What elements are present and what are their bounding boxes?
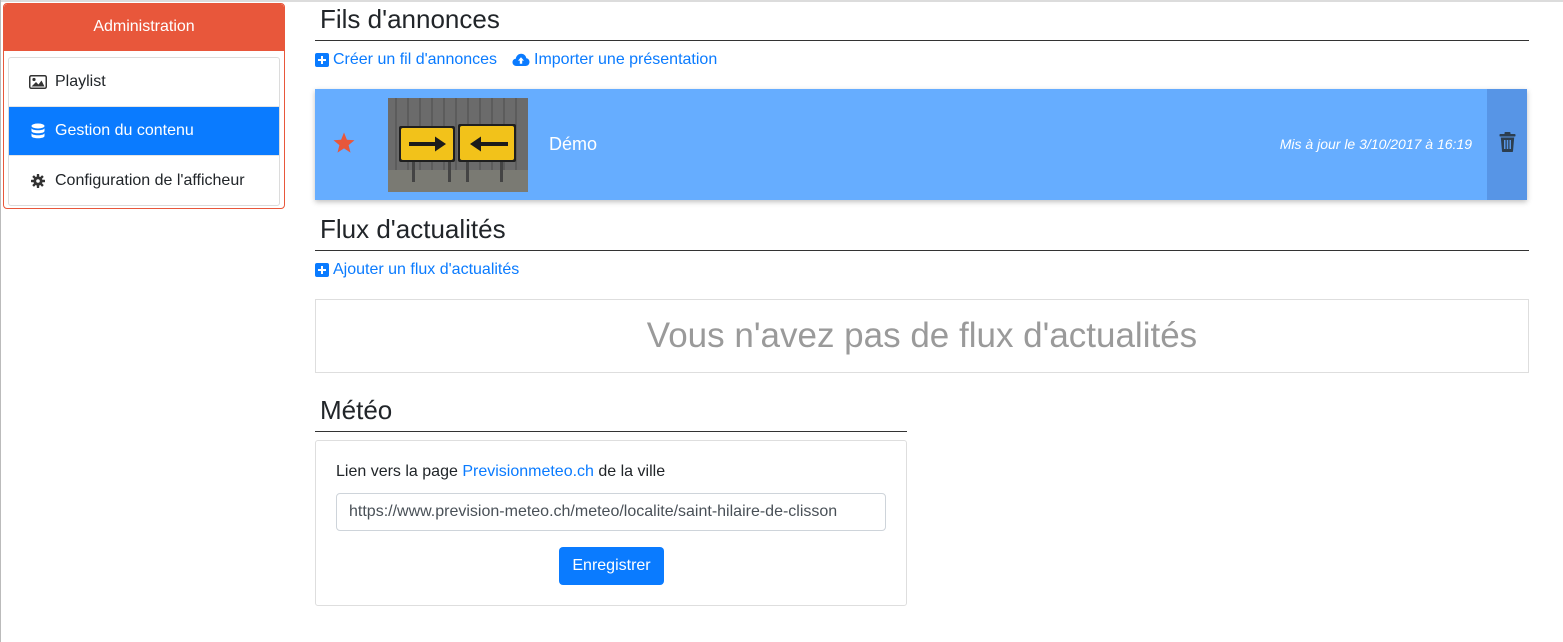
announcement-thumbnail [388,98,528,192]
sidebar-item-label: Configuration de l'afficheur [55,171,245,189]
sidebar-nav: Playlist Gestion du contenu Configuratio… [8,57,280,206]
plus-square-icon [315,263,329,277]
news-title: Flux d'actualités [315,214,1529,251]
sidebar-item-playlist[interactable]: Playlist [9,58,279,107]
plus-square-icon [315,53,329,67]
import-presentation-link[interactable]: Importer une présentation [512,51,717,69]
create-announcement-label: Créer un fil d'annonces [333,51,498,68]
meteo-field-label: Lien vers la page Previsionmeteo.ch de l… [336,463,665,481]
import-presentation-label: Importer une présentation [534,51,718,68]
sidebar-item-label: Playlist [55,73,106,90]
announcement-name: Démo [549,134,598,154]
admin-sidebar: Administration Playlist Gestion du conte… [3,3,285,209]
database-icon [29,122,47,140]
gear-icon [29,172,47,190]
previsionmeteo-link[interactable]: Previsionmeteo.ch [462,463,594,480]
meteo-label-suffix: de la ville [593,463,666,480]
announcement-updated: Mis à jour le 3/10/2017 à 16:19 [1279,136,1472,152]
top-border [0,0,1563,2]
add-news-feed-link[interactable]: Ajouter un flux d'actualités [315,261,519,279]
meteo-url-input[interactable] [336,493,886,531]
announcement-item[interactable]: Démo Mis à jour le 3/10/2017 à 16:19 [315,89,1527,200]
trash-icon [1499,132,1516,157]
cloud-upload-icon [512,53,530,67]
sidebar-header: Administration [4,4,284,51]
delete-button[interactable] [1487,89,1527,200]
meteo-title: Météo [315,395,907,432]
sidebar-item-content[interactable]: Gestion du contenu [9,107,279,156]
sidebar-item-display-config[interactable]: Configuration de l'afficheur [9,156,279,205]
meteo-label-prefix: Lien vers la page [336,463,463,480]
sidebar-item-label: Gestion du contenu [55,122,194,139]
save-button[interactable]: Enregistrer [559,547,664,585]
left-border [0,0,1,642]
empty-news-message: Vous n'avez pas de flux d'actualités [315,299,1529,373]
announcements-title: Fils d'annonces [315,4,1529,41]
meteo-card: Lien vers la page Previsionmeteo.ch de l… [315,440,907,606]
add-news-feed-label: Ajouter un flux d'actualités [333,261,520,278]
create-announcement-link[interactable]: Créer un fil d'annonces [315,51,497,69]
image-icon [29,73,47,91]
star-icon[interactable] [332,131,356,155]
